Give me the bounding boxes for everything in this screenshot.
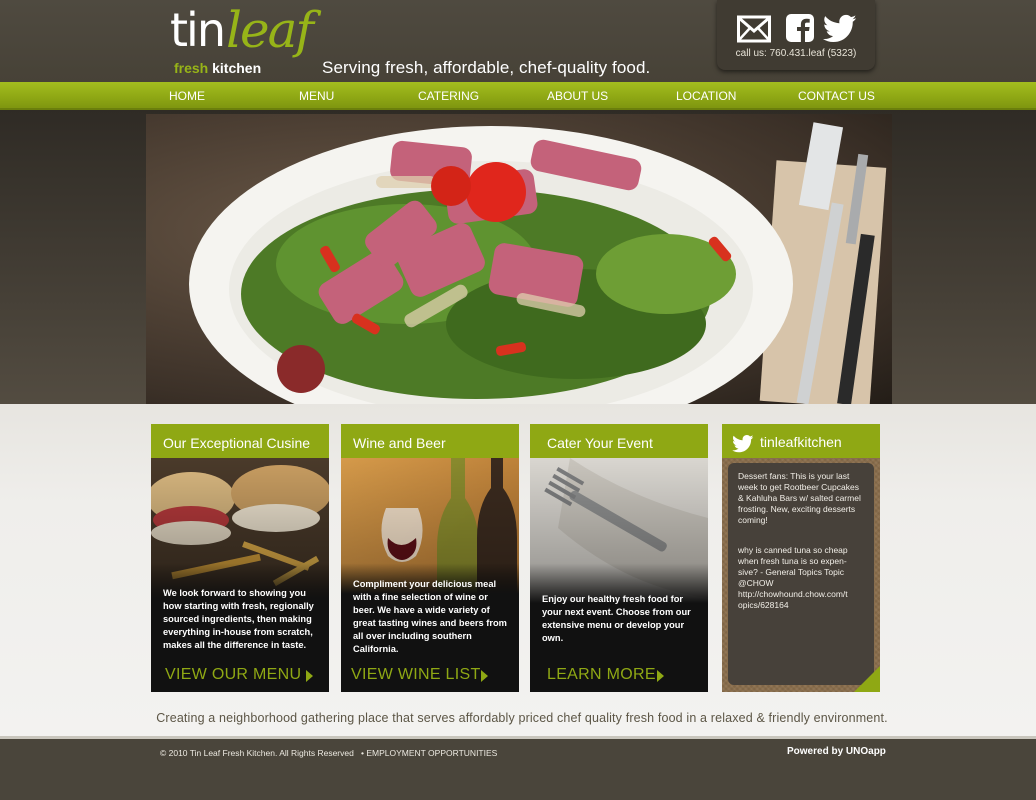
panel-title: Our Exceptional Cusine (151, 424, 329, 458)
twitter-icon (732, 430, 754, 466)
nav-item-location[interactable]: LOCATION (676, 82, 736, 110)
nav-item-catering[interactable]: CATERING (418, 82, 479, 110)
call-us-phone[interactable]: call us: 760.431.leaf (5323) (717, 48, 875, 59)
social-box: call us: 760.431.leaf (5323) (717, 0, 875, 70)
nav-item-home[interactable]: HOME (169, 82, 205, 110)
panel-title: Cater Your Event (530, 424, 708, 458)
tinleaf-logo[interactable]: tin leaf fresh kitchen (170, 2, 314, 80)
tweet-list: Dessert fans: This is your last week to … (728, 463, 874, 685)
learn-more-link[interactable]: LEARN MORE (547, 666, 656, 684)
facebook-icon[interactable] (786, 14, 818, 44)
twitter-feed: tinleafkitchen Dessert fans: This is you… (722, 424, 880, 692)
nav-item-about-us[interactable]: ABOUT US (547, 82, 608, 110)
arrow-right-icon[interactable] (306, 670, 313, 682)
tweet-item: Dessert fans: This is your last week to … (738, 471, 861, 525)
panel-cuisine: Our Exceptional Cusine We look forward t… (151, 424, 329, 692)
wine-photo (341, 458, 519, 692)
panel-catering: Cater Your Event Enjoy our healthy fresh… (530, 424, 708, 692)
arrow-right-icon[interactable] (481, 670, 488, 682)
view-menu-link[interactable]: VIEW OUR MENU (165, 666, 301, 684)
twitter-icon[interactable] (822, 14, 857, 44)
mail-icon[interactable] (737, 14, 771, 44)
social-icons (737, 14, 857, 46)
arrow-right-icon[interactable] (657, 670, 664, 682)
nav-item-contact-us[interactable]: CONTACT US (798, 82, 875, 110)
panel-description: We look forward to showing you how start… (163, 588, 314, 650)
logo-leaf-text: leaf (226, 1, 314, 59)
panel-description: Enjoy our healthy fresh food for your ne… (542, 594, 691, 643)
tagline: Serving fresh, affordable, chef-quality … (322, 58, 651, 77)
view-wine-list-link[interactable]: VIEW WINE LIST (351, 666, 481, 684)
logo-subtitle: fresh kitchen (174, 60, 261, 76)
hero-salad-photo (146, 114, 892, 405)
corner-fold-decoration (854, 666, 880, 692)
copyright-text: © 2010 Tin Leaf Fresh Kitchen. All Right… (160, 748, 354, 758)
employment-link[interactable]: • EMPLOYMENT OPPORTUNITIES (361, 748, 497, 758)
twitter-header[interactable]: tinleafkitchen (722, 424, 880, 458)
tweet-item[interactable]: why is canned tuna so cheap when fresh t… (738, 545, 866, 611)
sandwich-photo (151, 458, 329, 692)
logo-tin-text: tin (170, 3, 226, 57)
panel-description: Compliment your delicious meal with a fi… (353, 579, 507, 654)
mission-statement: Creating a neighborhood gathering place … (156, 711, 888, 725)
powered-by-link[interactable]: Powered by UNOapp (787, 746, 886, 757)
nav-item-menu[interactable]: MENU (299, 82, 334, 110)
main-nav: HOME MENU CATERING ABOUT US LOCATION CON… (0, 82, 1036, 110)
panel-title: Wine and Beer (341, 424, 519, 458)
logo-fresh-text: fresh (174, 60, 209, 76)
fork-photo (530, 458, 708, 692)
twitter-handle: tinleafkitchen (760, 434, 842, 450)
site-footer: © 2010 Tin Leaf Fresh Kitchen. All Right… (0, 736, 1036, 800)
panel-wine-beer: Wine and Beer Compliment your delicious … (341, 424, 519, 692)
site-header: tin leaf fresh kitchen Serving fresh, af… (0, 0, 1036, 82)
logo-kitchen-text: kitchen (212, 60, 262, 76)
